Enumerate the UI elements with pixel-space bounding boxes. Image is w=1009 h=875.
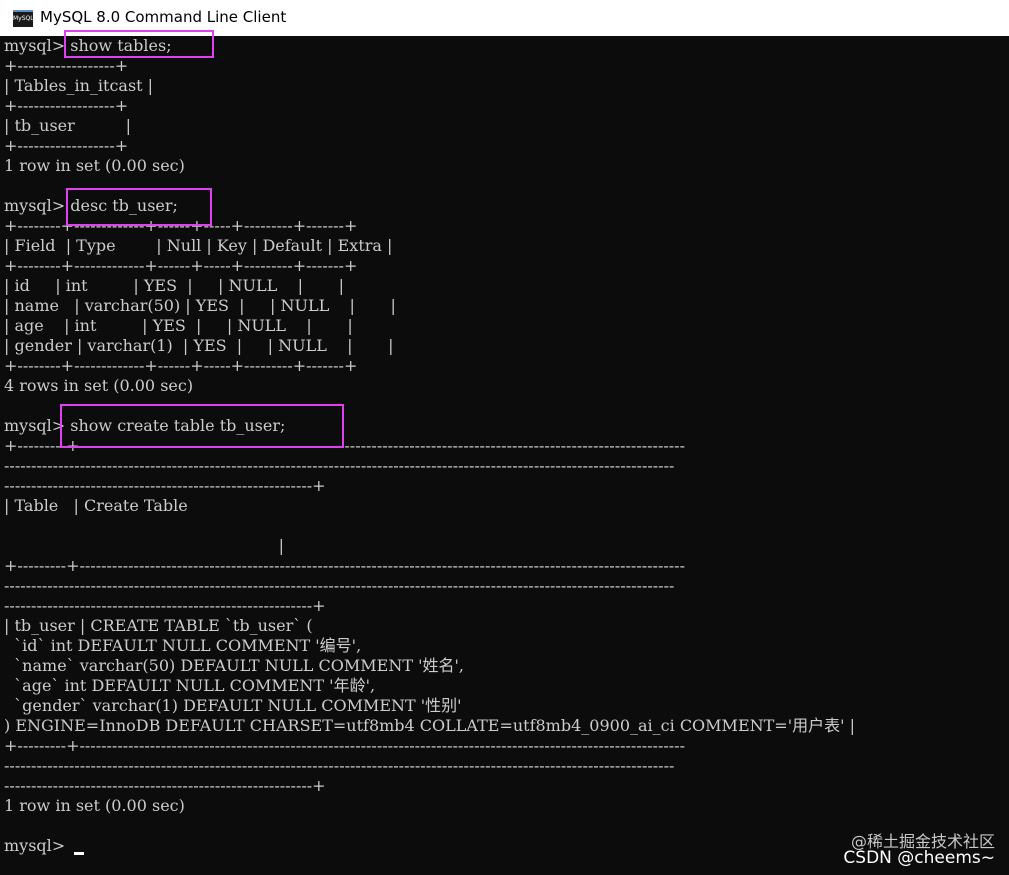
table-row: | tb_user | — [4, 116, 132, 135]
result-summary: 1 row in set (0.00 sec) — [4, 156, 185, 175]
table-row: | age | int | YES | | NULL | | — [4, 316, 353, 335]
table-row: `name` varchar(50) DEFAULT NULL COMMENT … — [4, 656, 464, 675]
table-header-row: | Tables_in_itcast | — [4, 76, 154, 95]
command-highlight-box — [66, 188, 212, 226]
result-summary: 1 row in set (0.00 sec) — [4, 796, 185, 815]
table-row: | gender | varchar(1) | YES | | NULL | | — [4, 336, 394, 355]
table-row: | tb_user | CREATE TABLE `tb_user` ( — [4, 616, 313, 635]
table-border: +--------+-------------+------+-----+---… — [4, 356, 358, 375]
result-summary: 4 rows in set (0.00 sec) — [4, 376, 194, 395]
table-row: | id | int | YES | | NULL | | — [4, 276, 344, 295]
table-border: ----------------------------------------… — [4, 596, 326, 615]
table-border: ----------------------------------------… — [4, 576, 675, 595]
text-cursor — [74, 852, 84, 855]
table-border: ----------------------------------------… — [4, 776, 326, 795]
table-header-row: | Table | Create Table — [4, 496, 188, 515]
table-header-row: | — [4, 536, 285, 555]
table-border: +------------------+ — [4, 56, 129, 75]
table-border: ----------------------------------------… — [4, 756, 675, 775]
table-row: `id` int DEFAULT NULL COMMENT '编号', — [4, 636, 362, 655]
table-border: +------------------+ — [4, 96, 129, 115]
table-border: ----------------------------------------… — [4, 456, 675, 475]
table-border: +---------+-----------------------------… — [4, 736, 685, 755]
table-row: | name | varchar(50) | YES | | NULL | | — [4, 296, 396, 315]
command-highlight-box — [60, 404, 344, 448]
watermark-csdn: CSDN @cheems~ — [843, 848, 995, 868]
table-header-row: | Field | Type | Null | Key | Default | … — [4, 236, 393, 255]
table-border: ----------------------------------------… — [4, 476, 326, 495]
table-row: ) ENGINE=InnoDB DEFAULT CHARSET=utf8mb4 … — [4, 716, 855, 735]
console-output[interactable]: mysql> show tables; +------------------+… — [0, 36, 1009, 875]
prompt-line: mysql> — [4, 836, 71, 855]
mysql-app-icon: MySQL — [13, 10, 34, 27]
table-row: `gender` varchar(1) DEFAULT NULL COMMENT… — [4, 696, 462, 715]
table-row: `age` int DEFAULT NULL COMMENT '年龄', — [4, 676, 376, 695]
command-highlight-box — [64, 30, 214, 58]
window-title: MySQL 8.0 Command Line Client — [40, 8, 287, 26]
table-border: +--------+-------------+------+-----+---… — [4, 256, 358, 275]
table-border: +---------+-----------------------------… — [4, 556, 685, 575]
table-border: +------------------+ — [4, 136, 129, 155]
